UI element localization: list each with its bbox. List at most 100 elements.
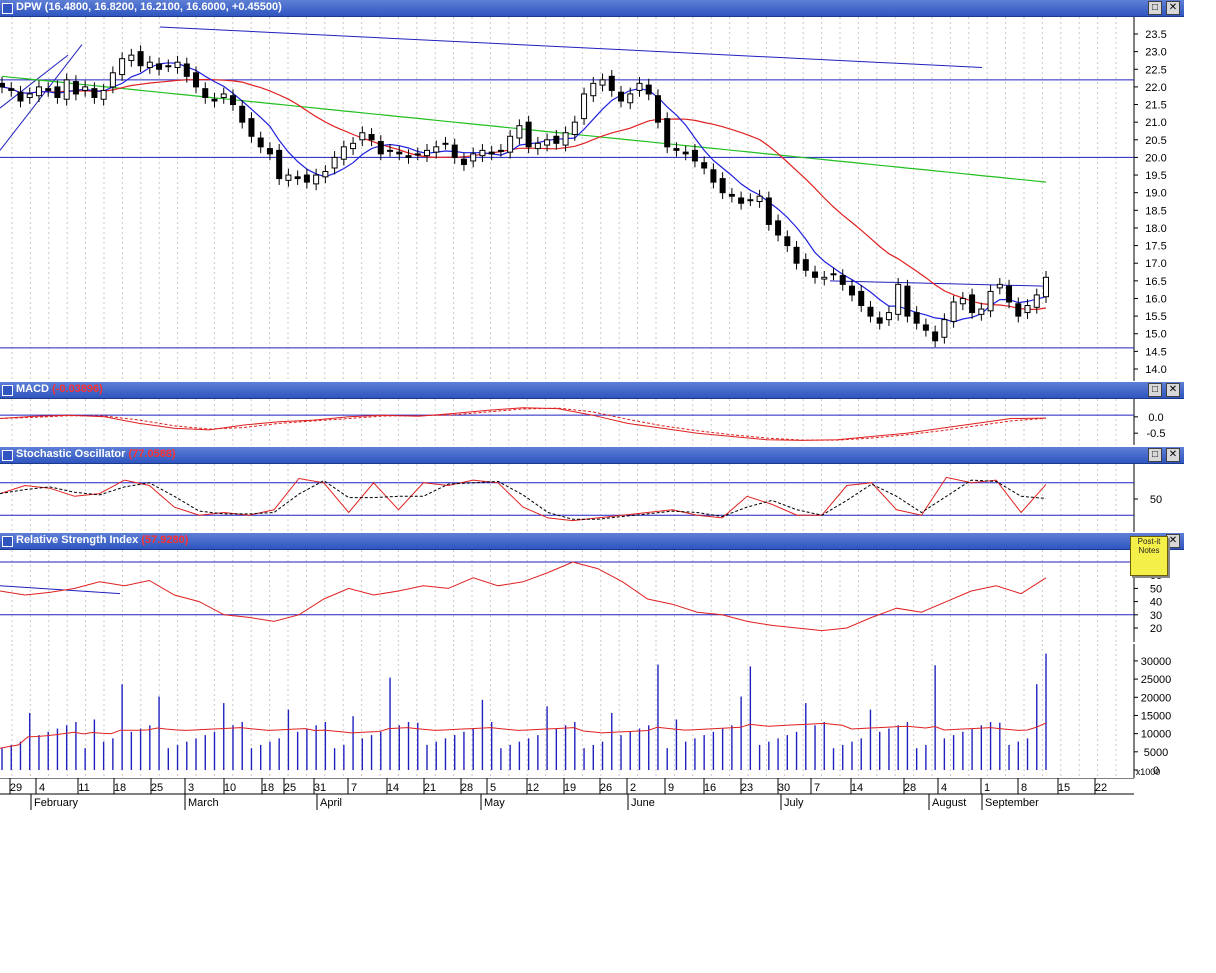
candle-body — [941, 319, 948, 338]
tick-label: 19.0 — [1145, 188, 1166, 200]
ma-mid-line — [1, 78, 1047, 310]
candle-body — [479, 149, 486, 157]
candle-body — [969, 294, 976, 314]
tick-label: 15.0 — [1145, 329, 1166, 341]
close-icon[interactable]: ✕ — [1166, 534, 1180, 548]
price-plot: 23.5 23.0 22.5 22.0 21.5 21.0 20.5 20.0 19.5 19.0… — [0, 17, 1167, 381]
candle-body — [673, 148, 680, 151]
candle-body — [377, 141, 384, 155]
candle-body — [534, 142, 541, 150]
day-label: 10 — [224, 782, 236, 794]
candle-body — [765, 197, 772, 225]
tick-label: 21.5 — [1145, 100, 1166, 112]
maximize-icon[interactable]: □ — [1148, 448, 1162, 462]
maximize-icon[interactable]: □ — [1148, 383, 1162, 397]
candle-body — [72, 81, 79, 95]
close-icon[interactable]: ✕ — [1166, 383, 1180, 397]
candle-body — [137, 51, 144, 67]
candle-body — [488, 151, 495, 155]
tick-label: 15.5 — [1145, 311, 1166, 323]
panel-menu-icon[interactable] — [2, 450, 13, 461]
candle-body — [109, 72, 116, 88]
candle-body — [183, 63, 190, 77]
tick-label: 30 — [1150, 610, 1162, 622]
candle-body — [654, 95, 661, 123]
stoch-k-line — [0, 476, 1047, 522]
volume-plot: 300002500020000150001000050000x1000 — [0, 644, 1172, 778]
candle-body — [691, 149, 698, 162]
day-label: 28 — [904, 782, 916, 794]
candle-body — [146, 61, 153, 68]
maximize-icon[interactable]: □ — [1148, 1, 1162, 15]
candle-body — [248, 118, 255, 137]
candle-body — [165, 65, 172, 68]
candle-body — [202, 88, 209, 98]
tick-label: 22.5 — [1145, 64, 1166, 76]
date-axis-plot: 29 4 11 18 25 3 10 18 25 31 7 14 21 28 5 12 19 26 2 9 16 23 30… — [0, 778, 1134, 810]
stoch-d-line — [0, 479, 1047, 520]
tick-label: 25000 — [1141, 674, 1172, 686]
candle-body — [8, 88, 15, 91]
day-label: 28 — [461, 782, 473, 794]
candle-body — [747, 199, 754, 202]
candle-body — [581, 93, 588, 120]
month-label: May — [484, 797, 505, 809]
candle-body — [802, 259, 809, 271]
candle-body — [784, 236, 791, 247]
tick-label: 17.5 — [1145, 241, 1166, 253]
tick-label: 22.0 — [1145, 82, 1166, 94]
close-icon[interactable]: ✕ — [1166, 1, 1180, 15]
candle-body — [987, 290, 994, 312]
panel-menu-icon[interactable] — [2, 385, 13, 396]
macd-line — [0, 407, 1047, 441]
candle-body — [128, 54, 135, 61]
date-axis: 29 4 11 18 25 3 10 18 25 31 7 14 21 28 5 12 19 26 2 9 16 23 30… — [0, 778, 1184, 810]
candle-body — [303, 174, 310, 183]
tick-label: 20.0 — [1145, 152, 1166, 164]
close-icon[interactable]: ✕ — [1166, 448, 1180, 462]
tick-label: 50 — [1150, 494, 1162, 506]
candle-body — [507, 135, 514, 153]
day-label: 31 — [314, 782, 326, 794]
candle-body — [839, 275, 846, 285]
month-label: August — [932, 797, 966, 809]
candle-body — [793, 246, 800, 264]
tick-label: 14.5 — [1145, 346, 1166, 358]
price-panel: DPW (16.4800, 16.8200, 16.2100, 16.6000,… — [0, 0, 1184, 381]
day-label: 18 — [262, 782, 274, 794]
tick-label: 17.0 — [1145, 258, 1166, 270]
day-label: 15 — [1058, 782, 1070, 794]
tick-label: 30000 — [1141, 656, 1172, 668]
candle-body — [211, 98, 218, 102]
candle-body — [1043, 276, 1049, 298]
candle-body — [193, 72, 200, 88]
candle-body — [266, 148, 273, 155]
panel-menu-icon[interactable] — [2, 3, 13, 14]
candle-body — [812, 271, 819, 278]
candle-body — [35, 86, 42, 97]
day-label: 14 — [387, 782, 399, 794]
candle-body — [544, 139, 551, 146]
tick-label: -0.5 — [1147, 428, 1166, 440]
candle-body — [728, 193, 735, 197]
candle-body — [497, 149, 504, 152]
candle-body — [738, 197, 745, 204]
candle-body — [368, 134, 375, 141]
candle-body — [682, 151, 689, 155]
day-label: 16 — [704, 782, 716, 794]
postit-label-1: Post-it — [1137, 537, 1161, 546]
tick-label: 40 — [1150, 597, 1162, 609]
panel-menu-icon[interactable] — [2, 536, 13, 547]
trend-line — [0, 585, 121, 595]
candle-body — [525, 121, 532, 148]
candle-body — [701, 162, 708, 169]
candle-body — [63, 79, 70, 100]
candle-body — [618, 91, 625, 102]
month-label: February — [34, 797, 79, 809]
candle-body — [26, 93, 33, 98]
tick-label: 23.5 — [1145, 29, 1166, 41]
candle-body — [858, 290, 865, 307]
post-it-notes-icon[interactable]: Post-it Notes — [1130, 536, 1168, 576]
day-label: 12 — [527, 782, 539, 794]
candle-body — [340, 146, 347, 160]
